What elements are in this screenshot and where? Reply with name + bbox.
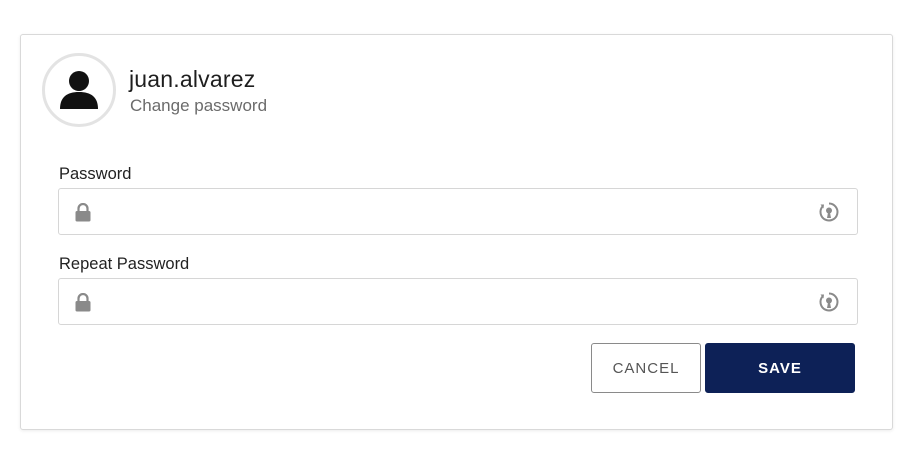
lock-icon <box>75 203 91 222</box>
cancel-button[interactable]: CANCEL <box>591 343 701 393</box>
lock-icon <box>75 293 91 312</box>
page-subtitle: Change password <box>130 96 268 115</box>
avatar <box>42 53 116 127</box>
user-silhouette-icon <box>60 71 98 109</box>
change-password-card: juan.alvarez Change password Password Re… <box>20 34 893 430</box>
repeat-password-label: Repeat Password <box>59 255 190 273</box>
toggle-visibility-icon[interactable] <box>818 291 840 313</box>
password-label: Password <box>59 165 132 183</box>
save-button[interactable]: SAVE <box>705 343 855 393</box>
repeat-password-field-container <box>58 278 858 325</box>
repeat-password-input[interactable] <box>103 279 813 324</box>
username: juan.alvarez <box>129 66 256 92</box>
password-field-container <box>58 188 858 235</box>
toggle-visibility-icon[interactable] <box>818 201 840 223</box>
password-input[interactable] <box>103 189 813 234</box>
